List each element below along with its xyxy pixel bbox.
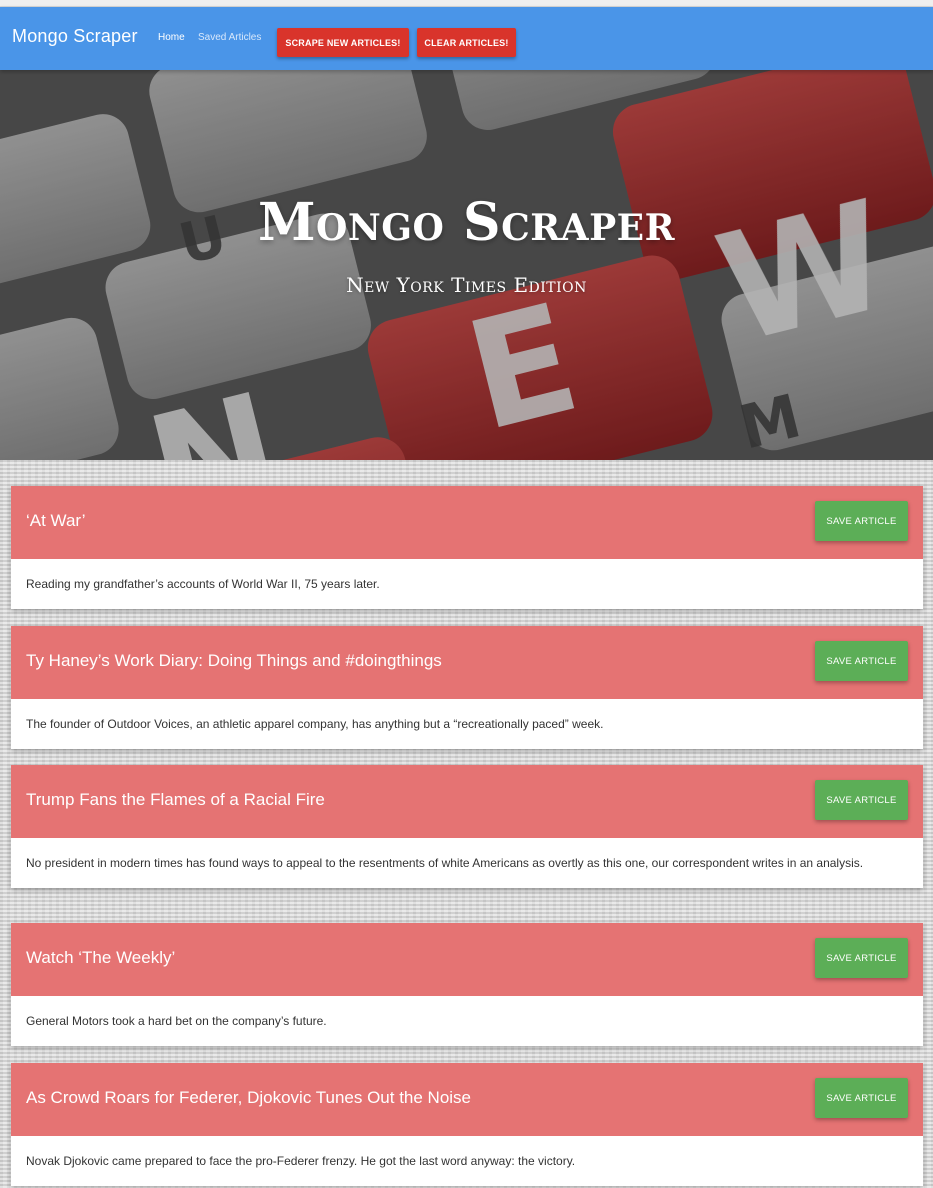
scrape-new-articles-button[interactable]: Scrape New Articles! <box>277 28 409 57</box>
save-article-button[interactable]: Save Article <box>815 501 908 541</box>
article-card: Ty Haney’s Work Diary: Doing Things and … <box>11 626 923 749</box>
article-summary: Novak Djokovic came prepared to face the… <box>11 1136 923 1186</box>
article-card-header: Ty Haney’s Work Diary: Doing Things and … <box>11 626 923 699</box>
article-title[interactable]: Ty Haney’s Work Diary: Doing Things and … <box>26 651 442 671</box>
article-summary: No president in modern times has found w… <box>11 838 923 888</box>
article-card: Watch ‘The Weekly’ Save Article General … <box>11 923 923 1046</box>
article-card: As Crowd Roars for Federer, Djokovic Tun… <box>11 1063 923 1186</box>
clear-articles-button[interactable]: Clear Articles! <box>417 28 516 57</box>
hero-title: Mongo Scraper <box>257 192 675 253</box>
article-list: ‘At War’ Save Article Reading my grandfa… <box>0 460 933 1188</box>
save-article-button[interactable]: Save Article <box>815 938 908 978</box>
hero-overlay <box>0 70 933 460</box>
hero-banner: U W E N M Mongo Scraper New York Times E… <box>0 70 933 460</box>
article-title[interactable]: Trump Fans the Flames of a Racial Fire <box>26 790 325 810</box>
navbar: Mongo Scraper Home Saved Articles Scrape… <box>0 7 933 70</box>
save-article-button[interactable]: Save Article <box>815 1078 908 1118</box>
article-summary: Reading my grandfather’s accounts of Wor… <box>11 559 923 609</box>
article-summary: General Motors took a hard bet on the co… <box>11 996 923 1046</box>
article-card-header: ‘At War’ Save Article <box>11 486 923 559</box>
save-article-button[interactable]: Save Article <box>815 780 908 820</box>
article-card-header: Trump Fans the Flames of a Racial Fire S… <box>11 765 923 838</box>
article-card-header: As Crowd Roars for Federer, Djokovic Tun… <box>11 1063 923 1136</box>
hero-subtitle: New York Times Edition <box>346 273 587 297</box>
browser-top-edge <box>0 0 933 7</box>
save-article-button[interactable]: Save Article <box>815 641 908 681</box>
article-card: ‘At War’ Save Article Reading my grandfa… <box>11 486 923 609</box>
article-title[interactable]: As Crowd Roars for Federer, Djokovic Tun… <box>26 1088 471 1108</box>
nav-link-saved-articles[interactable]: Saved Articles <box>198 32 261 43</box>
article-summary: The founder of Outdoor Voices, an athlet… <box>11 699 923 749</box>
article-card: Trump Fans the Flames of a Racial Fire S… <box>11 765 923 888</box>
article-card-header: Watch ‘The Weekly’ Save Article <box>11 923 923 996</box>
article-title[interactable]: ‘At War’ <box>26 511 86 531</box>
nav-link-home[interactable]: Home <box>158 32 185 43</box>
brand-logo[interactable]: Mongo Scraper <box>12 26 138 47</box>
article-title[interactable]: Watch ‘The Weekly’ <box>26 948 175 968</box>
